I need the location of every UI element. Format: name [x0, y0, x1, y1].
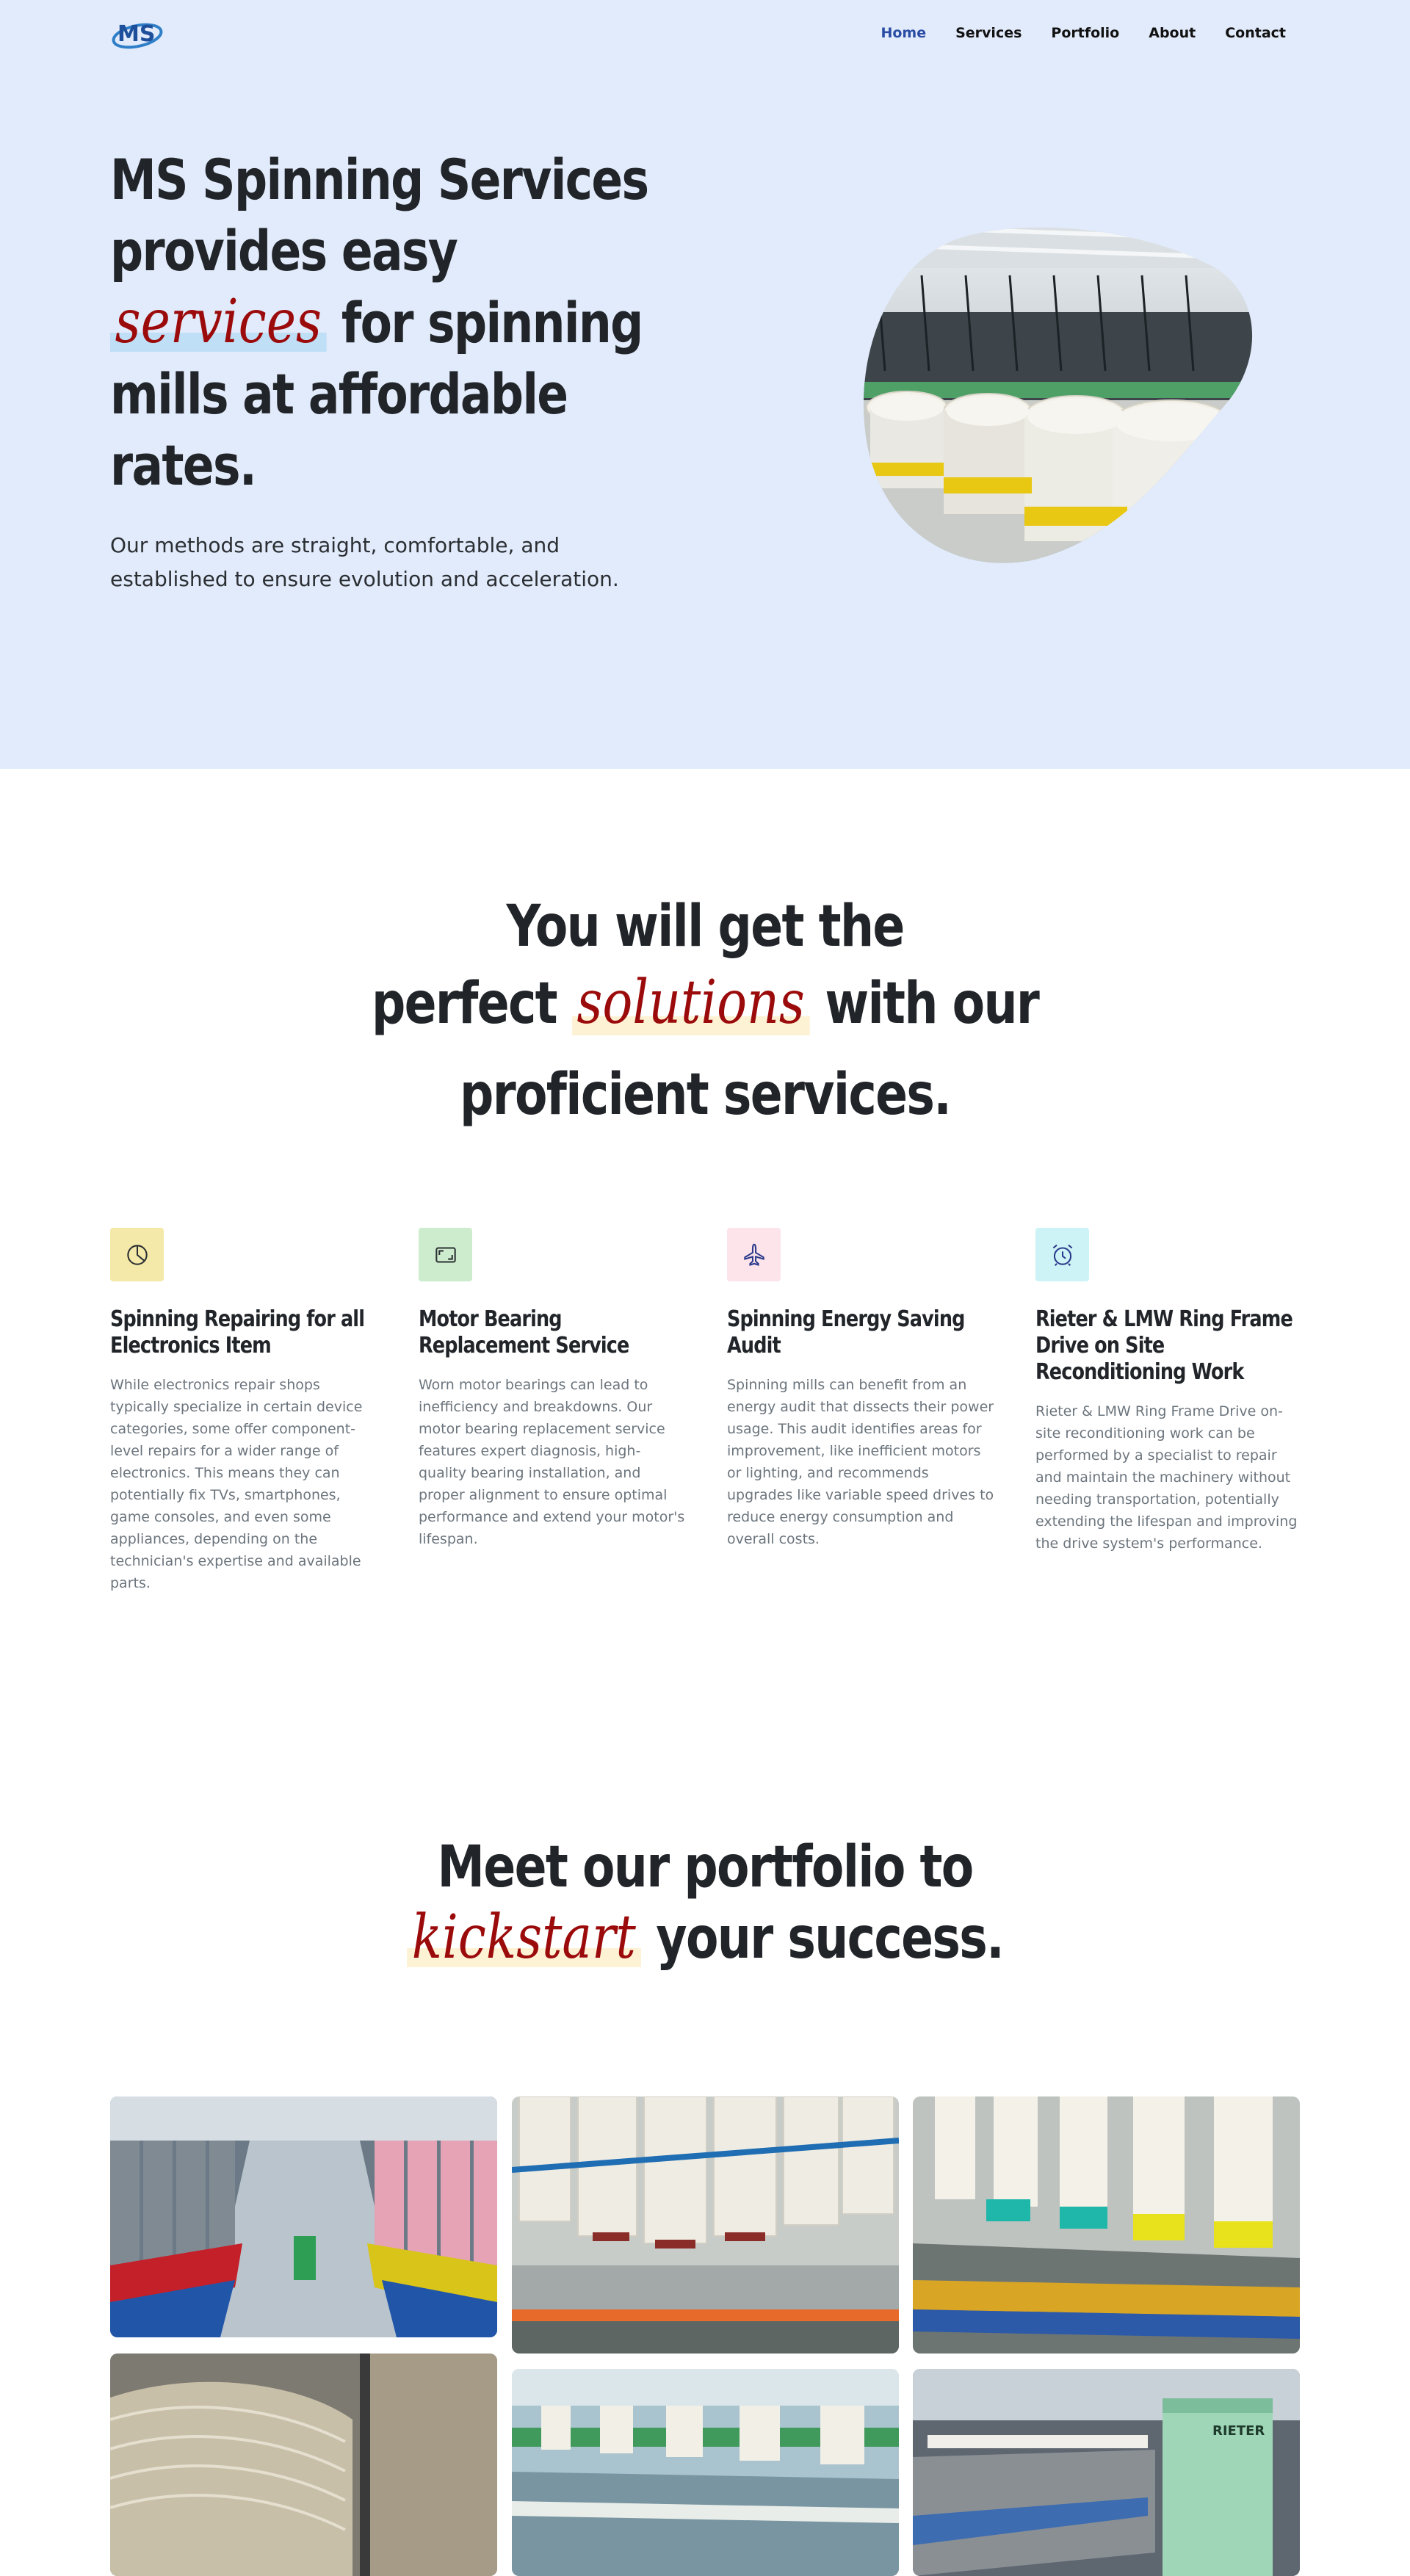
services-grid: Spinning Repairing for all Electronics I…: [110, 1228, 1300, 1595]
nav-contact[interactable]: Contact: [1225, 23, 1286, 43]
alarm-clock-icon: [1035, 1228, 1089, 1281]
nav-services[interactable]: Services: [955, 23, 1022, 43]
portfolio-image[interactable]: [512, 2369, 899, 2576]
hero-title-line: services for spinning: [110, 286, 643, 358]
airplane-icon: [727, 1228, 781, 1281]
portfolio-image[interactable]: [913, 2096, 1300, 2354]
service-title: Spinning Repairing for all Electronics I…: [110, 1306, 365, 1358]
service-description: While electronics repair shops typically…: [110, 1377, 363, 1591]
service-description: Rieter & LMW Ring Frame Drive on-site re…: [1035, 1403, 1298, 1552]
pie-chart-icon: [110, 1228, 164, 1281]
solutions-title-line: You will get the: [506, 894, 905, 960]
hero-subtitle: Our methods are straight, comfortable, a…: [110, 533, 619, 591]
portfolio-title-highlight: kickstart: [407, 1903, 641, 1973]
brand-logo[interactable]: MS: [110, 12, 164, 54]
nav-home[interactable]: Home: [881, 23, 926, 43]
portfolio-title-line: Meet our portfolio to: [437, 1834, 974, 1900]
logo-text: MS: [118, 21, 155, 47]
portfolio-title-line: kickstart your success.: [407, 1903, 1005, 1974]
solutions-title-post: with our: [809, 971, 1039, 1037]
hero-title-line: rates.: [110, 433, 257, 498]
solutions-title: You will get the perfect solutions with …: [0, 889, 1410, 1133]
main-nav: Home Services Portfolio About Contact: [851, 23, 1286, 43]
hero-image: [863, 224, 1256, 563]
service-card: Spinning Repairing for all Electronics I…: [110, 1228, 378, 1594]
hero-title-line: mills at affordable: [110, 361, 568, 427]
hero-title-line: provides easy: [110, 218, 458, 283]
service-title: Spinning Energy Saving Audit: [727, 1306, 965, 1358]
solutions-title-line: proficient services.: [459, 1062, 952, 1128]
service-card: Rieter & LMW Ring Frame Drive on Site Re…: [1035, 1228, 1304, 1555]
portfolio-image[interactable]: [512, 2096, 899, 2354]
solutions-title-line: perfect solutions with our: [371, 965, 1040, 1042]
card-icon: [419, 1228, 472, 1281]
service-description: Spinning mills can benefit from an energ…: [727, 1377, 994, 1547]
service-card: Motor Bearing Replacement Service Worn m…: [419, 1228, 687, 1550]
portfolio-image[interactable]: [110, 2096, 497, 2337]
service-description: Worn motor bearings can lead to ineffici…: [419, 1377, 685, 1547]
service-title: Motor Bearing Replacement Service: [419, 1306, 629, 1358]
hero-title-rest: for spinning: [326, 290, 643, 355]
nav-about[interactable]: About: [1149, 23, 1196, 43]
service-title: Rieter & LMW Ring Frame Drive on Site Re…: [1035, 1306, 1293, 1385]
hero-section: MS Home Services Portfolio About Contact…: [0, 0, 1410, 769]
portfolio-title: Meet our portfolio to kickstart your suc…: [0, 1832, 1410, 1974]
portfolio-title-post: your success.: [640, 1906, 1004, 1972]
solutions-title-highlight: solutions: [571, 965, 810, 1041]
hero-title-line: MS Spinning Services: [110, 147, 649, 212]
portfolio-image[interactable]: [110, 2354, 497, 2576]
hero-title-highlight: services: [110, 286, 327, 358]
service-card: Spinning Energy Saving Audit Spinning mi…: [727, 1228, 995, 1550]
portfolio-image[interactable]: RIETER: [913, 2369, 1300, 2576]
svg-text:RIETER: RIETER: [1212, 2423, 1265, 2439]
hero-title: MS Spinning Services provides easy servi…: [110, 144, 649, 501]
nav-portfolio[interactable]: Portfolio: [1051, 23, 1119, 43]
solutions-title-pre: perfect: [371, 971, 572, 1037]
